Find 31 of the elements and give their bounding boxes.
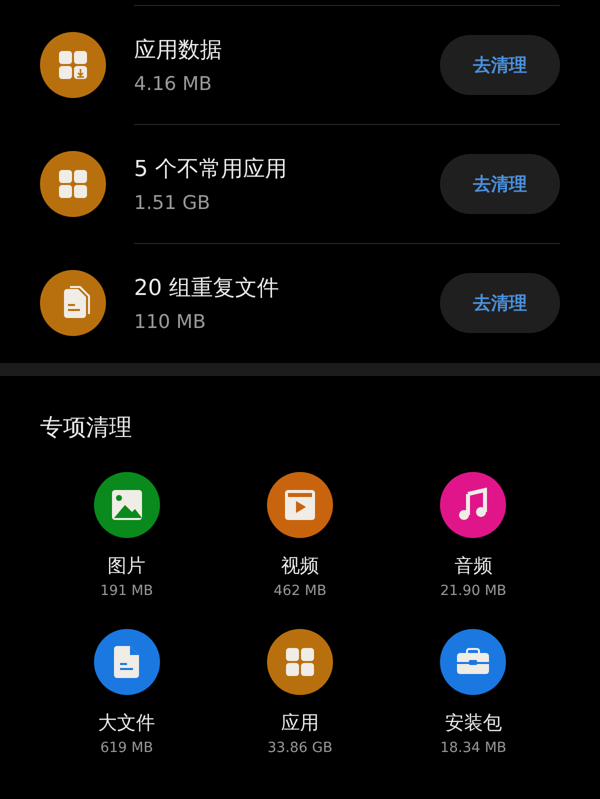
section-title: 专项清理 (40, 414, 133, 443)
document-icon[interactable] (94, 629, 160, 695)
category-label: 大文件 (98, 711, 156, 736)
category-size: 21.90 MB (440, 583, 506, 599)
app-grid-icon (40, 150, 106, 216)
item-title: 5 个不常用应用 (134, 156, 288, 184)
document-icon (40, 270, 106, 336)
item-title: 20 组重复文件 (134, 274, 280, 302)
category-label: 图片 (108, 554, 146, 579)
item-title: 应用数据 (134, 36, 223, 64)
item-size: 4.16 MB (134, 72, 213, 94)
clean-button[interactable]: 去清理 (440, 34, 560, 94)
category-label: 视频 (280, 554, 319, 579)
clean-button[interactable]: 去清理 (440, 272, 560, 332)
category-size: 191 MB (100, 583, 154, 599)
category-size: 18.34 MB (440, 740, 506, 756)
category-label: 音频 (454, 554, 492, 579)
music-icon[interactable] (440, 472, 506, 538)
category-label: 应用 (280, 711, 319, 736)
briefcase-icon[interactable] (440, 629, 506, 695)
category-size: 462 MB (274, 583, 326, 599)
category-label: 安装包 (444, 711, 502, 736)
app-grid-icon (40, 32, 106, 98)
item-size: 110 MB (134, 310, 207, 332)
video-icon[interactable] (266, 472, 333, 538)
clean-button[interactable]: 去清理 (440, 154, 560, 214)
image-icon[interactable] (94, 472, 160, 538)
app-grid-icon[interactable] (266, 629, 333, 695)
category-size: 33.86 GB (268, 740, 332, 756)
item-size: 1.51 GB (134, 192, 212, 214)
category-size: 619 MB (100, 740, 154, 756)
